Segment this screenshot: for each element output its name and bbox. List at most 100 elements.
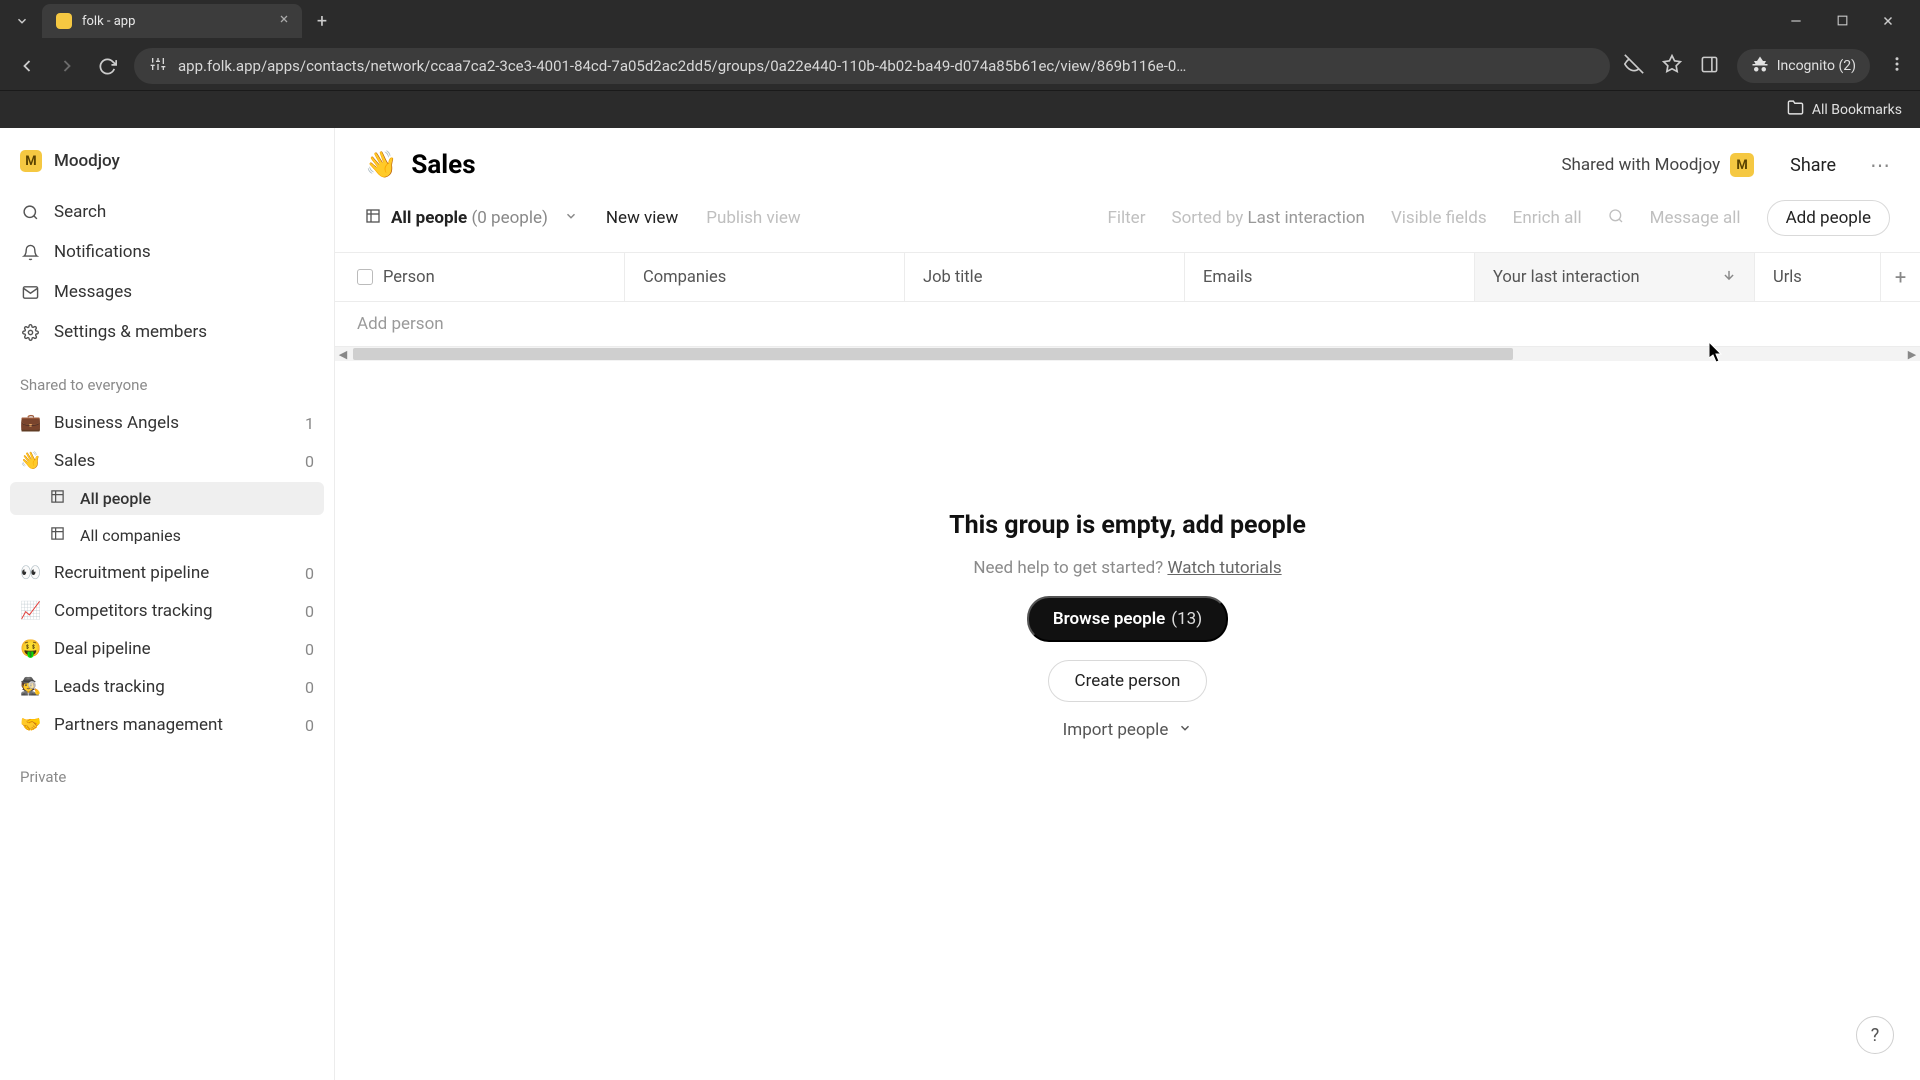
sidebar-group-sales[interactable]: 👋 Sales 0 bbox=[10, 444, 324, 478]
help-button[interactable]: ? bbox=[1856, 1016, 1894, 1054]
sidebar-subview-all-people[interactable]: All people bbox=[10, 482, 324, 515]
sidebar-notifications-label: Notifications bbox=[54, 242, 151, 262]
address-bar: app.folk.app/apps/contacts/network/ccaa7… bbox=[0, 42, 1920, 90]
tab-title: folk - app bbox=[82, 14, 135, 29]
sidebar-search[interactable]: Search bbox=[10, 194, 324, 230]
address-bar-actions: Incognito (2) bbox=[1624, 49, 1906, 83]
column-urls[interactable]: Urls bbox=[1755, 253, 1880, 301]
publish-view-button[interactable]: Publish view bbox=[706, 208, 800, 228]
close-window-icon[interactable] bbox=[1878, 14, 1898, 28]
column-emails[interactable]: Emails bbox=[1185, 253, 1475, 301]
reload-icon[interactable] bbox=[94, 53, 120, 79]
sort-button[interactable]: Sorted by Last interaction bbox=[1171, 208, 1364, 228]
empty-help-text: Need help to get started? Watch tutorial… bbox=[973, 558, 1281, 578]
select-all-checkbox[interactable] bbox=[357, 269, 373, 285]
empty-title: This group is empty, add people bbox=[949, 511, 1306, 540]
sidebar-messages[interactable]: Messages bbox=[10, 274, 324, 310]
sidebar-notifications[interactable]: Notifications bbox=[10, 234, 324, 270]
back-icon[interactable] bbox=[14, 53, 40, 79]
url-input[interactable]: app.folk.app/apps/contacts/network/ccaa7… bbox=[134, 48, 1610, 84]
enrich-all-button[interactable]: Enrich all bbox=[1513, 208, 1582, 228]
filter-button[interactable]: Filter bbox=[1107, 208, 1145, 228]
tabs-dropdown-icon[interactable] bbox=[8, 7, 36, 35]
add-column-button[interactable]: + bbox=[1880, 253, 1920, 301]
all-bookmarks-button[interactable]: All Bookmarks bbox=[1787, 99, 1902, 120]
data-table: Person Companies Job title Emails Your l… bbox=[335, 252, 1920, 361]
scroll-right-icon[interactable]: ▶ bbox=[1904, 348, 1920, 361]
column-job-title[interactable]: Job title bbox=[905, 253, 1185, 301]
chevron-down-icon bbox=[564, 208, 578, 228]
subview-label: All people bbox=[80, 489, 151, 508]
add-person-input[interactable]: Add person bbox=[335, 302, 1920, 347]
new-tab-button[interactable]: + bbox=[308, 7, 336, 35]
page-title: Sales bbox=[411, 150, 475, 180]
group-emoji: 🕵️ bbox=[20, 677, 42, 697]
group-count: 0 bbox=[305, 564, 314, 583]
import-people-button[interactable]: Import people bbox=[1063, 720, 1193, 740]
table-icon bbox=[365, 208, 381, 229]
group-count: 0 bbox=[305, 640, 314, 659]
scroll-left-icon[interactable]: ◀ bbox=[335, 348, 351, 361]
sidebar-group-business-angels[interactable]: 💼 Business Angels 1 bbox=[10, 406, 324, 440]
subview-label: All companies bbox=[80, 526, 181, 545]
browser-menu-icon[interactable] bbox=[1888, 55, 1906, 77]
add-people-button[interactable]: Add people bbox=[1767, 200, 1890, 236]
visible-fields-button[interactable]: Visible fields bbox=[1391, 208, 1487, 228]
toolbar-search-icon[interactable] bbox=[1608, 208, 1624, 229]
forward-icon[interactable] bbox=[54, 53, 80, 79]
chevron-down-icon bbox=[1178, 720, 1192, 740]
panel-icon[interactable] bbox=[1700, 55, 1719, 78]
table-icon bbox=[50, 526, 68, 545]
scrollbar-thumb[interactable] bbox=[353, 348, 1513, 360]
group-label: Sales bbox=[54, 451, 95, 471]
group-label: Deal pipeline bbox=[54, 639, 151, 659]
sidebar-group-partners[interactable]: 🤝 Partners management 0 bbox=[10, 708, 324, 742]
share-button[interactable]: Share bbox=[1790, 155, 1836, 176]
view-name: All people bbox=[391, 208, 467, 228]
view-selector[interactable]: All people (0 people) bbox=[365, 208, 578, 229]
sidebar-subview-all-companies[interactable]: All companies bbox=[10, 519, 324, 552]
app-root: M Moodjoy Search Notifications Messages … bbox=[0, 128, 1920, 1080]
sidebar-section-shared: Shared to everyone bbox=[10, 354, 324, 402]
group-label: Business Angels bbox=[54, 413, 179, 433]
sidebar-group-deal[interactable]: 🤑 Deal pipeline 0 bbox=[10, 632, 324, 666]
browse-count: (13) bbox=[1171, 609, 1202, 629]
group-emoji: 💼 bbox=[20, 413, 42, 433]
minimize-icon[interactable] bbox=[1786, 14, 1806, 28]
column-label: Companies bbox=[643, 268, 726, 287]
new-view-button[interactable]: New view bbox=[606, 208, 678, 228]
column-companies[interactable]: Companies bbox=[625, 253, 905, 301]
maximize-icon[interactable] bbox=[1832, 14, 1852, 28]
incognito-indicator[interactable]: Incognito (2) bbox=[1737, 49, 1870, 83]
page-header: 👋 Sales Shared with Moodjoy M Share ⋯ bbox=[335, 128, 1920, 200]
incognito-icon bbox=[1751, 55, 1769, 77]
browser-tab[interactable]: folk - app bbox=[42, 4, 302, 38]
shared-with-indicator[interactable]: Shared with Moodjoy M bbox=[1561, 153, 1754, 177]
window-controls bbox=[1786, 14, 1912, 28]
eye-off-icon[interactable] bbox=[1624, 54, 1644, 78]
sort-desc-icon[interactable] bbox=[1722, 268, 1736, 287]
message-all-button[interactable]: Message all bbox=[1650, 208, 1741, 228]
browse-label: Browse people bbox=[1053, 609, 1165, 629]
workspace-badge: M bbox=[20, 150, 42, 172]
sidebar-group-competitors[interactable]: 📈 Competitors tracking 0 bbox=[10, 594, 324, 628]
group-count: 0 bbox=[305, 602, 314, 621]
horizontal-scrollbar[interactable]: ◀ ▶ bbox=[335, 347, 1920, 361]
bookmark-star-icon[interactable] bbox=[1662, 54, 1682, 78]
column-last-interaction[interactable]: Your last interaction bbox=[1475, 253, 1755, 301]
tab-close-icon[interactable] bbox=[278, 13, 290, 29]
group-emoji: 👀 bbox=[20, 563, 42, 583]
incognito-label: Incognito (2) bbox=[1777, 58, 1856, 74]
sidebar-group-recruitment[interactable]: 👀 Recruitment pipeline 0 bbox=[10, 556, 324, 590]
sidebar-group-leads[interactable]: 🕵️ Leads tracking 0 bbox=[10, 670, 324, 704]
watch-tutorials-link[interactable]: Watch tutorials bbox=[1167, 558, 1281, 578]
create-person-button[interactable]: Create person bbox=[1048, 660, 1208, 702]
workspace-switcher[interactable]: M Moodjoy bbox=[10, 142, 324, 190]
site-settings-icon[interactable] bbox=[150, 56, 166, 76]
column-person[interactable]: Person bbox=[335, 253, 625, 301]
page-more-icon[interactable]: ⋯ bbox=[1870, 153, 1890, 177]
folder-icon bbox=[1787, 99, 1804, 120]
sidebar-settings[interactable]: Settings & members bbox=[10, 314, 324, 350]
column-label: Person bbox=[383, 268, 435, 287]
browse-people-button[interactable]: Browse people (13) bbox=[1027, 596, 1228, 642]
